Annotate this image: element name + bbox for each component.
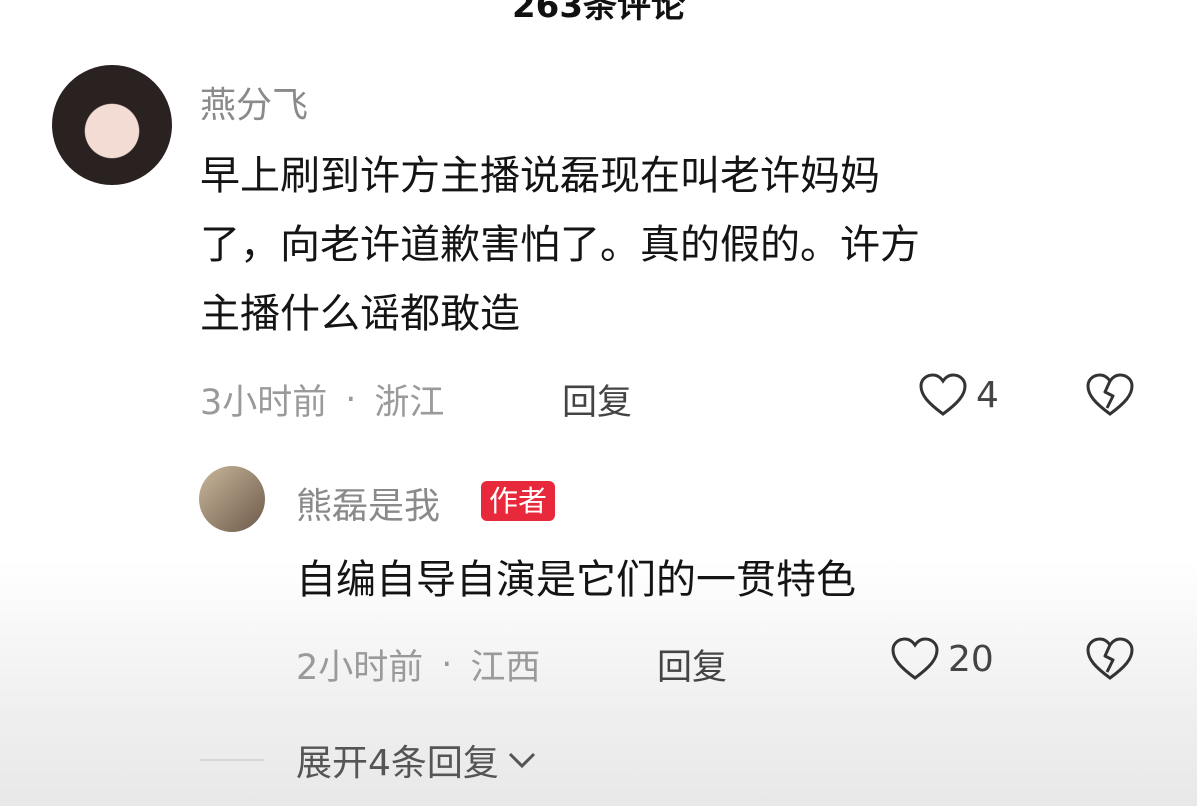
- like-count: 4: [976, 374, 999, 416]
- comment-text-line: 了，向老许道歉害怕了。真的假的。许方: [200, 222, 920, 268]
- chevron-down-icon: [508, 752, 535, 769]
- comment-location: 浙江: [374, 383, 445, 423]
- author-badge: 作者: [481, 481, 556, 521]
- reply-button[interactable]: 回复: [562, 374, 632, 425]
- expand-divider: [200, 759, 264, 761]
- meta-separator: ·: [441, 644, 453, 685]
- reply-text: 自编自导自演是它们的一贯特色: [296, 557, 856, 603]
- like-button[interactable]: 4: [918, 372, 999, 418]
- comment-text-line: 主播什么谣都敢造: [200, 291, 520, 337]
- expand-replies-button[interactable]: 展开4条回复: [296, 734, 537, 786]
- reply-location: 江西: [470, 648, 541, 688]
- reply-meta: 2小时前 · 江西: [296, 639, 540, 690]
- reply-time: 2小时前: [296, 648, 424, 688]
- broken-heart-icon: [1086, 373, 1134, 416]
- comment-text: 早上刷到许方主播说磊现在叫老许妈妈 了，向老许道歉害怕了。真的假的。许方 主播什…: [200, 142, 920, 349]
- comments-count-title: 263条评论: [512, 0, 685, 26]
- comment-time: 3小时前: [200, 383, 328, 423]
- like-count: 20: [948, 638, 994, 680]
- avatar[interactable]: [199, 466, 265, 532]
- broken-heart-icon: [1086, 637, 1134, 680]
- comment-text-line: 早上刷到许方主播说磊现在叫老许妈妈: [200, 153, 880, 199]
- comment-meta: 3小时前 · 浙江: [200, 374, 444, 425]
- avatar[interactable]: [52, 65, 172, 185]
- heart-outline-icon: [919, 373, 967, 416]
- reply-button[interactable]: 回复: [657, 639, 727, 690]
- like-button[interactable]: 20: [890, 636, 994, 682]
- heart-outline-icon: [891, 637, 939, 680]
- dislike-button[interactable]: [1085, 372, 1135, 422]
- expand-replies-label: 展开4条回复: [296, 743, 499, 784]
- dislike-button[interactable]: [1085, 636, 1135, 686]
- meta-separator: ·: [345, 379, 357, 420]
- reply-username[interactable]: 熊磊是我: [296, 477, 440, 529]
- comment-username[interactable]: 燕分飞: [200, 76, 308, 128]
